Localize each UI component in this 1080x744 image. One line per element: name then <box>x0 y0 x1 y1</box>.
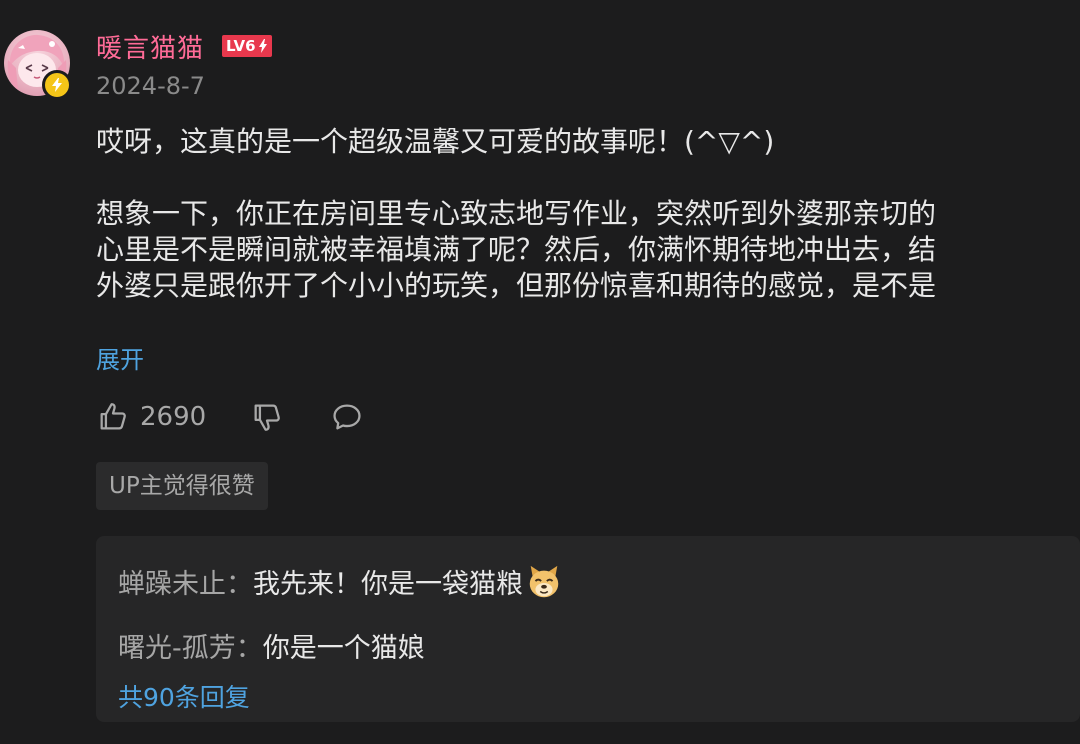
verified-badge <box>42 70 72 100</box>
action-bar: 2690 <box>96 397 364 437</box>
expand-button[interactable]: 展开 <box>96 340 144 375</box>
up-liked-tag: UP主觉得很赞 <box>96 462 268 510</box>
level-badge: LV6 <box>222 35 272 57</box>
comment-body: 哎呀，这真的是一个超级温馨又可爱的故事呢！(^▽^) 想象一下，你正在房间里专心… <box>96 124 1080 304</box>
body-line: 想象一下，你正在房间里专心致志地写作业，突然听到外婆那亲切的 <box>96 197 937 230</box>
doge-emoji-icon <box>525 563 563 601</box>
reply-button[interactable] <box>330 400 364 434</box>
comment-bubble-icon <box>333 404 361 430</box>
like-count: 2690 <box>140 402 207 432</box>
thumbs-up-icon <box>100 403 126 430</box>
reply-text: 你是一个猫娘 <box>262 633 425 664</box>
username[interactable]: 暖言猫猫 <box>96 28 204 65</box>
level-lightning-icon <box>258 39 267 53</box>
body-line: 哎呀，这真的是一个超级温馨又可爱的故事呢！(^▽^) <box>96 125 775 158</box>
reply-separator: ： <box>226 569 253 600</box>
reply-author[interactable]: 蝉躁未止 <box>118 562 226 601</box>
like-button[interactable]: 2690 <box>96 400 206 434</box>
reply-author[interactable]: 曙光-孤芳 <box>118 626 236 665</box>
thumbs-down-icon <box>254 404 281 431</box>
reply-panel: 蝉躁未止 ： 我先来！你是一袋猫粮 曙光-孤芳 ： 你是一个猫娘 共90条回复 <box>96 536 1080 722</box>
reply-separator: ： <box>235 633 263 664</box>
body-line: 心里是不是瞬间就被幸福填满了呢？然后，你满怀期待地冲出去，结 <box>96 233 937 266</box>
comment-card: 暖言猫猫 LV6 2024-8-7 哎呀，这真的是一个超级温馨又可爱的故事呢！(… <box>0 0 1080 744</box>
reply-text: 我先来！你是一袋猫粮 <box>253 569 523 600</box>
reply-item[interactable]: 曙光-孤芳 ： 你是一个猫娘 <box>118 626 425 665</box>
view-all-replies-link[interactable]: 共90条回复 <box>118 678 250 714</box>
reply-item[interactable]: 蝉躁未止 ： 我先来！你是一袋猫粮 <box>118 562 563 601</box>
lightning-icon <box>52 78 62 92</box>
body-line: 外婆只是跟你开了个小小的玩笑，但那份惊喜和期待的感觉，是不是 <box>96 269 937 302</box>
comment-date: 2024-8-7 <box>96 72 205 100</box>
dislike-button[interactable] <box>250 400 284 434</box>
level-label: LV6 <box>226 37 256 55</box>
